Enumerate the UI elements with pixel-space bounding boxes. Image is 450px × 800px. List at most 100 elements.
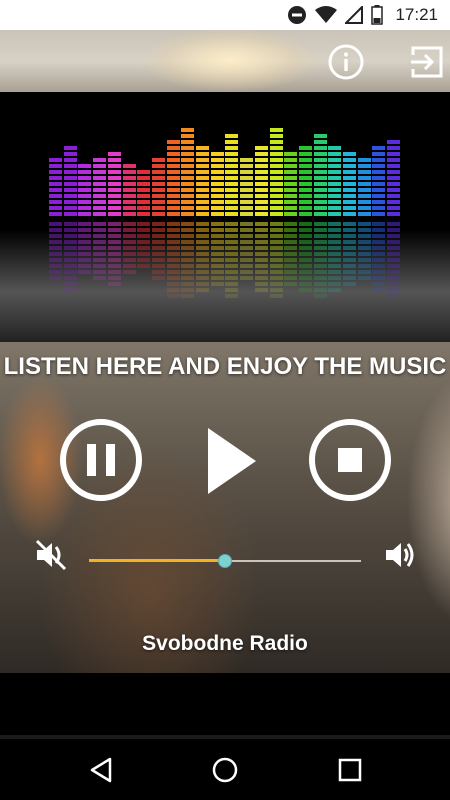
equalizer-reflection-segment [63,222,77,226]
equalizer-segment [78,170,92,174]
equalizer-segment [166,182,180,186]
equalizer-segment [63,188,77,192]
equalizer-reflection-segment [269,228,283,232]
equalizer-reflection-segment [210,282,224,286]
app-screen: 17:21 LISTEN HERE AND ENJOY THE MUSIC Sv… [0,0,450,800]
equalizer-reflection-segment [225,252,239,256]
equalizer-reflection-segment [328,240,342,244]
signal-icon [345,6,364,24]
equalizer-reflection-segment [372,252,386,256]
equalizer-reflection-segment [166,288,180,292]
equalizer-reflection-segment [181,234,195,238]
equalizer-segment [328,164,342,168]
equalizer-segment [284,194,298,198]
equalizer-reflection-segment [63,234,77,238]
equalizer-segment [372,188,386,192]
equalizer-reflection-segment [372,288,386,292]
equalizer-segment [254,206,268,210]
equalizer-segment [137,182,151,186]
equalizer-segment [328,200,342,204]
equalizer-reflection-segment [210,276,224,280]
equalizer-segment [284,170,298,174]
equalizer-segment [63,146,77,150]
volume-slider-thumb[interactable] [218,554,232,568]
equalizer-reflection-segment [254,276,268,280]
equalizer-segment [298,170,312,174]
equalizer-reflection-segment [298,234,312,238]
equalizer-segment [240,170,254,174]
equalizer-reflection-segment [357,246,371,250]
equalizer-segment [298,194,312,198]
equalizer-segment [151,188,165,192]
equalizer-segment [151,164,165,168]
stop-button[interactable] [308,418,392,502]
equalizer-segment [151,176,165,180]
equalizer-segment [284,158,298,162]
equalizer-reflection-segment [196,234,209,238]
home-button[interactable] [211,756,239,784]
equalizer-reflection-segment [49,276,62,280]
equalizer-reflection-segment [313,288,327,292]
equalizer-reflection-segment [107,228,121,232]
equalizer-segment [372,164,386,168]
equalizer-segment [357,188,371,192]
equalizer-segment [298,164,312,168]
equalizer-segment [269,140,283,144]
equalizer-reflection-segment [298,288,312,292]
equalizer-segment [357,182,371,186]
equalizer-segment [313,170,327,174]
equalizer-segment [225,200,239,204]
volume-slider[interactable] [89,554,361,568]
equalizer-segment [93,176,107,180]
equalizer-segment [210,170,224,174]
equalizer-reflection-segment [240,222,254,226]
equalizer-segment [372,182,386,186]
back-button[interactable] [88,756,116,784]
info-button[interactable] [328,44,364,80]
equalizer-segment [387,164,401,168]
equalizer-reflection-segment [328,288,342,292]
equalizer-segment [254,158,268,162]
equalizer-segment [137,212,151,216]
equalizer-segment [78,194,92,198]
equalizer-segment [240,200,254,204]
equalizer-segment [63,212,77,216]
do-not-disturb-icon [287,5,307,25]
equalizer-segment [196,152,209,156]
equalizer-segment [107,200,121,204]
equalizer-segment [357,206,371,210]
equalizer-segment [254,200,268,204]
equalizer-segment [196,164,209,168]
equalizer-reflection-segment [107,246,121,250]
mute-button[interactable] [34,538,68,572]
equalizer-reflection-segment [210,240,224,244]
equalizer-reflection-segment [387,264,401,268]
volume-max-button[interactable] [383,538,417,572]
equalizer-reflection-segment [313,258,327,262]
equalizer-segment [313,182,327,186]
equalizer-reflection-segment [269,234,283,238]
recent-apps-button[interactable] [336,756,364,784]
play-button[interactable] [204,426,260,496]
equalizer-reflection-segment [328,276,342,280]
equalizer-segment [122,200,136,204]
equalizer-reflection-segment [63,240,77,244]
equalizer-segment [225,212,239,216]
exit-button[interactable] [409,44,445,80]
equalizer-segment [254,194,268,198]
equalizer-reflection-segment [372,258,386,262]
equalizer-reflection-segment [181,252,195,256]
pause-button[interactable] [59,418,143,502]
equalizer-reflection-segment [151,276,165,280]
equalizer-reflection-segment [181,264,195,268]
equalizer-reflection-segment [240,270,254,274]
equalizer-segment [166,164,180,168]
equalizer-segment [357,200,371,204]
equalizer-reflection-segment [137,234,151,238]
equalizer-segment [93,194,107,198]
equalizer-segment [328,212,342,216]
equalizer-segment [313,188,327,192]
equalizer-segment [210,158,224,162]
equalizer-segment [49,176,62,180]
equalizer-reflection-segment [357,252,371,256]
